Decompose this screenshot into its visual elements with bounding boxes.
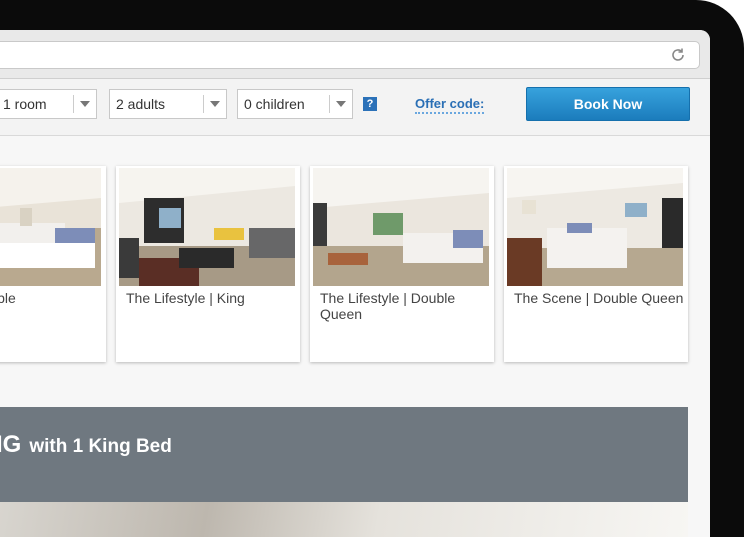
- room-list: dard | Double The Lifestyle | King: [0, 136, 710, 537]
- select-divider: [73, 95, 74, 113]
- room-name: dard | Double: [0, 290, 16, 306]
- reload-icon[interactable]: [669, 46, 687, 64]
- url-field[interactable]: [0, 41, 700, 69]
- book-now-button[interactable]: Book Now: [526, 87, 690, 121]
- help-icon[interactable]: ?: [363, 97, 377, 111]
- adults-select[interactable]: 2 adults: [109, 89, 227, 119]
- room-card[interactable]: The Lifestyle | Double Queen: [310, 166, 494, 362]
- banner-subtitle: with 1 King Bed: [29, 436, 172, 457]
- chevron-down-icon: [210, 101, 220, 107]
- chevron-down-icon: [80, 101, 90, 107]
- address-bar: [0, 30, 710, 79]
- room-card[interactable]: The Lifestyle | King: [116, 166, 300, 362]
- room-name: The Lifestyle | Double Queen: [320, 290, 456, 322]
- hero-room-photo: [0, 502, 688, 537]
- room-photo: [0, 168, 101, 286]
- room-photo: [507, 168, 683, 286]
- banner-title: IG with 1 King Bed: [0, 431, 172, 459]
- room-name: The Lifestyle | King: [126, 290, 245, 306]
- room-photo: [313, 168, 489, 286]
- room-card[interactable]: dard | Double: [0, 166, 106, 362]
- chevron-down-icon: [336, 101, 346, 107]
- children-select-value: 0 children: [244, 96, 305, 112]
- room-banner: IG with 1 King Bed: [0, 407, 688, 502]
- children-select[interactable]: 0 children: [237, 89, 353, 119]
- room-card[interactable]: The Scene | Double Queen: [504, 166, 688, 362]
- banner-title-text: IG: [0, 431, 22, 458]
- rooms-select[interactable]: 1 room: [0, 89, 97, 119]
- room-photo: [119, 168, 295, 286]
- room-name: The Scene | Double Queen: [514, 290, 684, 306]
- adults-select-value: 2 adults: [116, 96, 166, 112]
- offer-code-link[interactable]: Offer code:: [415, 96, 485, 114]
- select-divider: [203, 95, 204, 113]
- booking-bar: 1 room 2 adults 0 children ? Offer code:…: [0, 79, 710, 136]
- select-divider: [329, 95, 330, 113]
- rooms-select-value: 1 room: [3, 96, 47, 112]
- browser-window: 1 room 2 adults 0 children ? Offer code:…: [0, 30, 710, 537]
